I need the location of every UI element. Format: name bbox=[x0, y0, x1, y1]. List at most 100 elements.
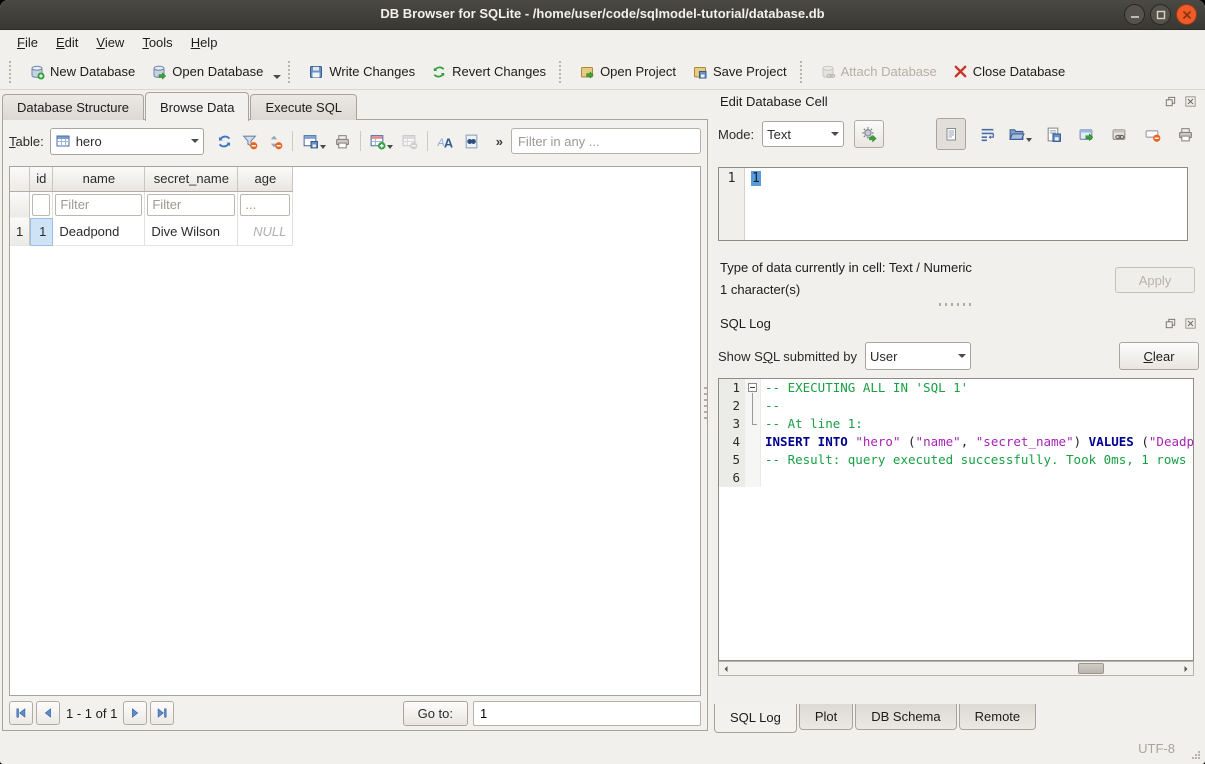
refresh-table-button[interactable] bbox=[212, 128, 237, 154]
table-row: 1 1 Deadpond Dive Wilson NULL bbox=[10, 218, 293, 246]
goto-input[interactable] bbox=[473, 701, 701, 726]
clear-filters-button[interactable] bbox=[237, 128, 262, 154]
save-table-button[interactable] bbox=[298, 128, 329, 154]
mode-combobox[interactable]: Text bbox=[762, 121, 844, 147]
save-project-button[interactable]: Save Project bbox=[684, 60, 795, 84]
open-external-button[interactable] bbox=[1074, 121, 1098, 147]
svg-text:A: A bbox=[444, 135, 453, 150]
cell-id[interactable]: 1 bbox=[30, 218, 53, 246]
next-record-button[interactable] bbox=[123, 701, 147, 725]
float-dock-button[interactable] bbox=[1164, 95, 1177, 108]
sql-source-combobox[interactable]: User bbox=[865, 342, 971, 370]
revert-changes-button[interactable]: Revert Changes bbox=[423, 60, 554, 84]
open-database-dropdown[interactable] bbox=[273, 75, 281, 79]
filter-input-secret-name[interactable] bbox=[147, 194, 235, 216]
table-icon bbox=[55, 133, 71, 149]
tab-database-structure[interactable]: Database Structure bbox=[2, 94, 144, 120]
row-number[interactable]: 1 bbox=[10, 218, 30, 246]
tab-db-schema[interactable]: DB Schema bbox=[855, 704, 956, 730]
auto-apply-button[interactable] bbox=[854, 120, 884, 148]
import-cell-button[interactable] bbox=[1008, 121, 1032, 147]
tab-remote[interactable]: Remote bbox=[959, 704, 1037, 730]
tab-sql-log[interactable]: SQL Log bbox=[714, 704, 797, 733]
clear-log-button[interactable]: Clear bbox=[1119, 342, 1199, 370]
resize-grip[interactable] bbox=[1191, 750, 1201, 760]
filter-input-age[interactable] bbox=[240, 194, 290, 216]
maximize-icon bbox=[1156, 10, 1166, 20]
scrollbar-thumb[interactable] bbox=[1078, 663, 1104, 674]
minimize-button[interactable] bbox=[1124, 4, 1145, 25]
cell-value-editor[interactable]: 1 1 bbox=[718, 167, 1188, 241]
sql-log-controls: Show SQL submitted by User Clear bbox=[718, 341, 1199, 371]
close-button[interactable] bbox=[1176, 4, 1197, 25]
cell-secret-name[interactable]: Dive Wilson bbox=[145, 218, 238, 246]
tab-browse-data[interactable]: Browse Data bbox=[145, 92, 249, 121]
dock-splitter-handle[interactable] bbox=[939, 303, 975, 306]
float-dock-button[interactable] bbox=[1164, 317, 1177, 330]
scroll-left-icon[interactable] bbox=[719, 662, 733, 675]
menu-tools[interactable]: Tools bbox=[133, 32, 181, 53]
close-dock-button[interactable] bbox=[1184, 95, 1197, 108]
tab-plot[interactable]: Plot bbox=[799, 704, 853, 730]
panel-splitter[interactable] bbox=[701, 91, 711, 734]
printer-icon bbox=[334, 133, 351, 150]
text-mode-toggle[interactable] bbox=[936, 118, 966, 150]
cell-type-info: Type of data currently in cell: Text / N… bbox=[720, 257, 1105, 279]
print-cell-button[interactable] bbox=[1173, 121, 1197, 147]
export-cell-button[interactable] bbox=[1041, 121, 1065, 147]
first-record-button[interactable] bbox=[9, 701, 33, 725]
menu-view[interactable]: View bbox=[87, 32, 133, 53]
clear-sorting-button[interactable] bbox=[262, 128, 287, 154]
close-dock-button[interactable] bbox=[1184, 317, 1197, 330]
toolbar-overflow-button[interactable]: » bbox=[496, 134, 503, 149]
set-null-button[interactable] bbox=[1140, 121, 1164, 147]
open-project-button[interactable]: Open Project bbox=[571, 60, 684, 84]
database-attach-icon bbox=[820, 64, 836, 80]
maximize-button[interactable] bbox=[1150, 4, 1171, 25]
cell-name[interactable]: Deadpond bbox=[53, 218, 145, 246]
record-navigation: 1 - 1 of 1 Go to: bbox=[9, 699, 701, 727]
mode-combobox-value: Text bbox=[767, 127, 791, 142]
sql-log-hscrollbar[interactable] bbox=[718, 661, 1194, 676]
filter-input-id[interactable] bbox=[32, 194, 50, 216]
column-header-id[interactable]: id bbox=[30, 167, 53, 191]
cell-age[interactable]: NULL bbox=[238, 218, 293, 246]
menu-file[interactable]: File bbox=[8, 32, 47, 53]
table-combobox[interactable]: hero bbox=[50, 128, 204, 155]
write-changes-button[interactable]: Write Changes bbox=[300, 60, 423, 84]
filter-input-name[interactable] bbox=[55, 194, 142, 216]
goto-button[interactable]: Go to: bbox=[403, 701, 468, 726]
format-button[interactable]: A A bbox=[433, 128, 458, 154]
title-bar[interactable]: DB Browser for SQLite - /home/user/code/… bbox=[0, 0, 1205, 30]
column-header-age[interactable]: age bbox=[238, 167, 293, 191]
word-wrap-button[interactable] bbox=[975, 121, 999, 147]
tab-execute-sql[interactable]: Execute SQL bbox=[250, 94, 357, 120]
new-database-button[interactable]: New Database bbox=[21, 60, 143, 84]
last-record-button[interactable] bbox=[150, 701, 174, 725]
font-format-icon: A A bbox=[437, 133, 454, 150]
print-table-button[interactable] bbox=[330, 128, 355, 154]
copy-link-button[interactable] bbox=[1107, 121, 1131, 147]
close-database-button[interactable]: Close Database bbox=[945, 60, 1074, 83]
find-in-table-button[interactable] bbox=[458, 128, 483, 154]
chevron-down-icon bbox=[1026, 138, 1032, 142]
menu-edit[interactable]: Edit bbox=[47, 32, 87, 53]
cell-editor-line-number: 1 bbox=[719, 168, 745, 240]
open-database-button[interactable]: Open Database bbox=[143, 60, 271, 84]
table-combobox-value: hero bbox=[76, 134, 102, 149]
new-record-icon bbox=[369, 133, 386, 150]
previous-record-button[interactable] bbox=[36, 701, 60, 725]
column-header-name[interactable]: name bbox=[53, 167, 145, 191]
menu-help[interactable]: Help bbox=[182, 32, 227, 53]
left-panel: Database Structure Browse Data Execute S… bbox=[0, 91, 710, 734]
corner-header[interactable] bbox=[10, 167, 30, 191]
global-filter-input[interactable] bbox=[511, 128, 701, 154]
grid-header-row: id name secret_name age bbox=[10, 167, 293, 191]
float-icon bbox=[1165, 318, 1176, 329]
sql-log-lines: 1-- EXECUTING ALL IN 'SQL 1'2--3-- At li… bbox=[719, 379, 1193, 487]
first-icon bbox=[14, 706, 28, 720]
sql-log-view[interactable]: 1-- EXECUTING ALL IN 'SQL 1'2--3-- At li… bbox=[718, 378, 1194, 661]
insert-record-button[interactable] bbox=[366, 128, 397, 154]
scroll-right-icon[interactable] bbox=[1179, 662, 1193, 675]
column-header-secret-name[interactable]: secret_name bbox=[145, 167, 238, 191]
